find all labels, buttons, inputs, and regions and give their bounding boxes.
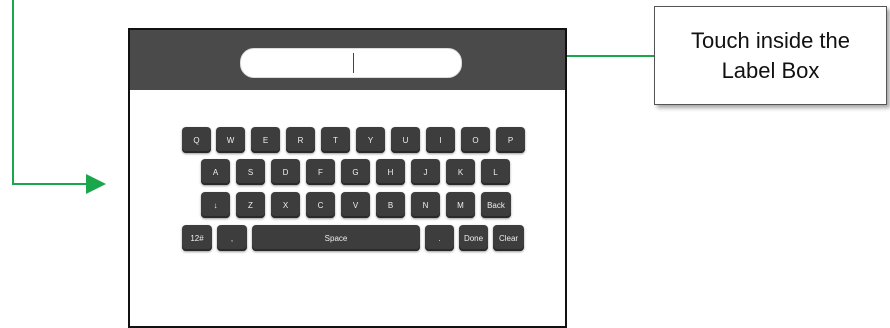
key-a[interactable]: A bbox=[201, 159, 230, 185]
key-numbers[interactable]: 12# bbox=[182, 225, 212, 251]
key-l[interactable]: L bbox=[481, 159, 510, 185]
key-comma[interactable]: , bbox=[217, 225, 247, 251]
key-g[interactable]: G bbox=[341, 159, 370, 185]
key-r[interactable]: R bbox=[286, 127, 315, 153]
key-d[interactable]: D bbox=[271, 159, 300, 185]
callout-box: Touch inside the Label Box bbox=[654, 6, 887, 105]
label-box[interactable] bbox=[240, 48, 462, 78]
key-q[interactable]: Q bbox=[182, 127, 211, 153]
text-cursor bbox=[353, 53, 354, 73]
key-clear[interactable]: Clear bbox=[493, 225, 524, 251]
key-f[interactable]: F bbox=[306, 159, 335, 185]
top-bar bbox=[130, 30, 565, 90]
key-y[interactable]: Y bbox=[356, 127, 385, 153]
key-c[interactable]: C bbox=[306, 192, 335, 218]
key-n[interactable]: N bbox=[411, 192, 440, 218]
device-screen: Q W E R T Y U I O P A S D F G H J K L ↓ … bbox=[128, 28, 567, 328]
key-t[interactable]: T bbox=[321, 127, 350, 153]
key-s[interactable]: S bbox=[236, 159, 265, 185]
key-space[interactable]: Space bbox=[252, 225, 420, 251]
key-o[interactable]: O bbox=[461, 127, 490, 153]
key-z[interactable]: Z bbox=[236, 192, 265, 218]
key-k[interactable]: K bbox=[446, 159, 475, 185]
key-done[interactable]: Done bbox=[459, 225, 488, 251]
key-j[interactable]: J bbox=[411, 159, 440, 185]
left-pointer-arrow bbox=[12, 0, 106, 194]
key-e[interactable]: E bbox=[251, 127, 280, 153]
shift-down-arrow-icon[interactable]: ↓ bbox=[201, 192, 230, 218]
key-h[interactable]: H bbox=[376, 159, 405, 185]
key-u[interactable]: U bbox=[391, 127, 420, 153]
key-i[interactable]: I bbox=[426, 127, 455, 153]
key-period[interactable]: . bbox=[425, 225, 454, 251]
key-v[interactable]: V bbox=[341, 192, 370, 218]
key-p[interactable]: P bbox=[496, 127, 525, 153]
key-b[interactable]: B bbox=[376, 192, 405, 218]
key-back[interactable]: Back bbox=[481, 192, 511, 218]
key-w[interactable]: W bbox=[216, 127, 245, 153]
key-m[interactable]: M bbox=[446, 192, 475, 218]
key-x[interactable]: X bbox=[271, 192, 300, 218]
callout-text: Touch inside the Label Box bbox=[691, 27, 850, 83]
